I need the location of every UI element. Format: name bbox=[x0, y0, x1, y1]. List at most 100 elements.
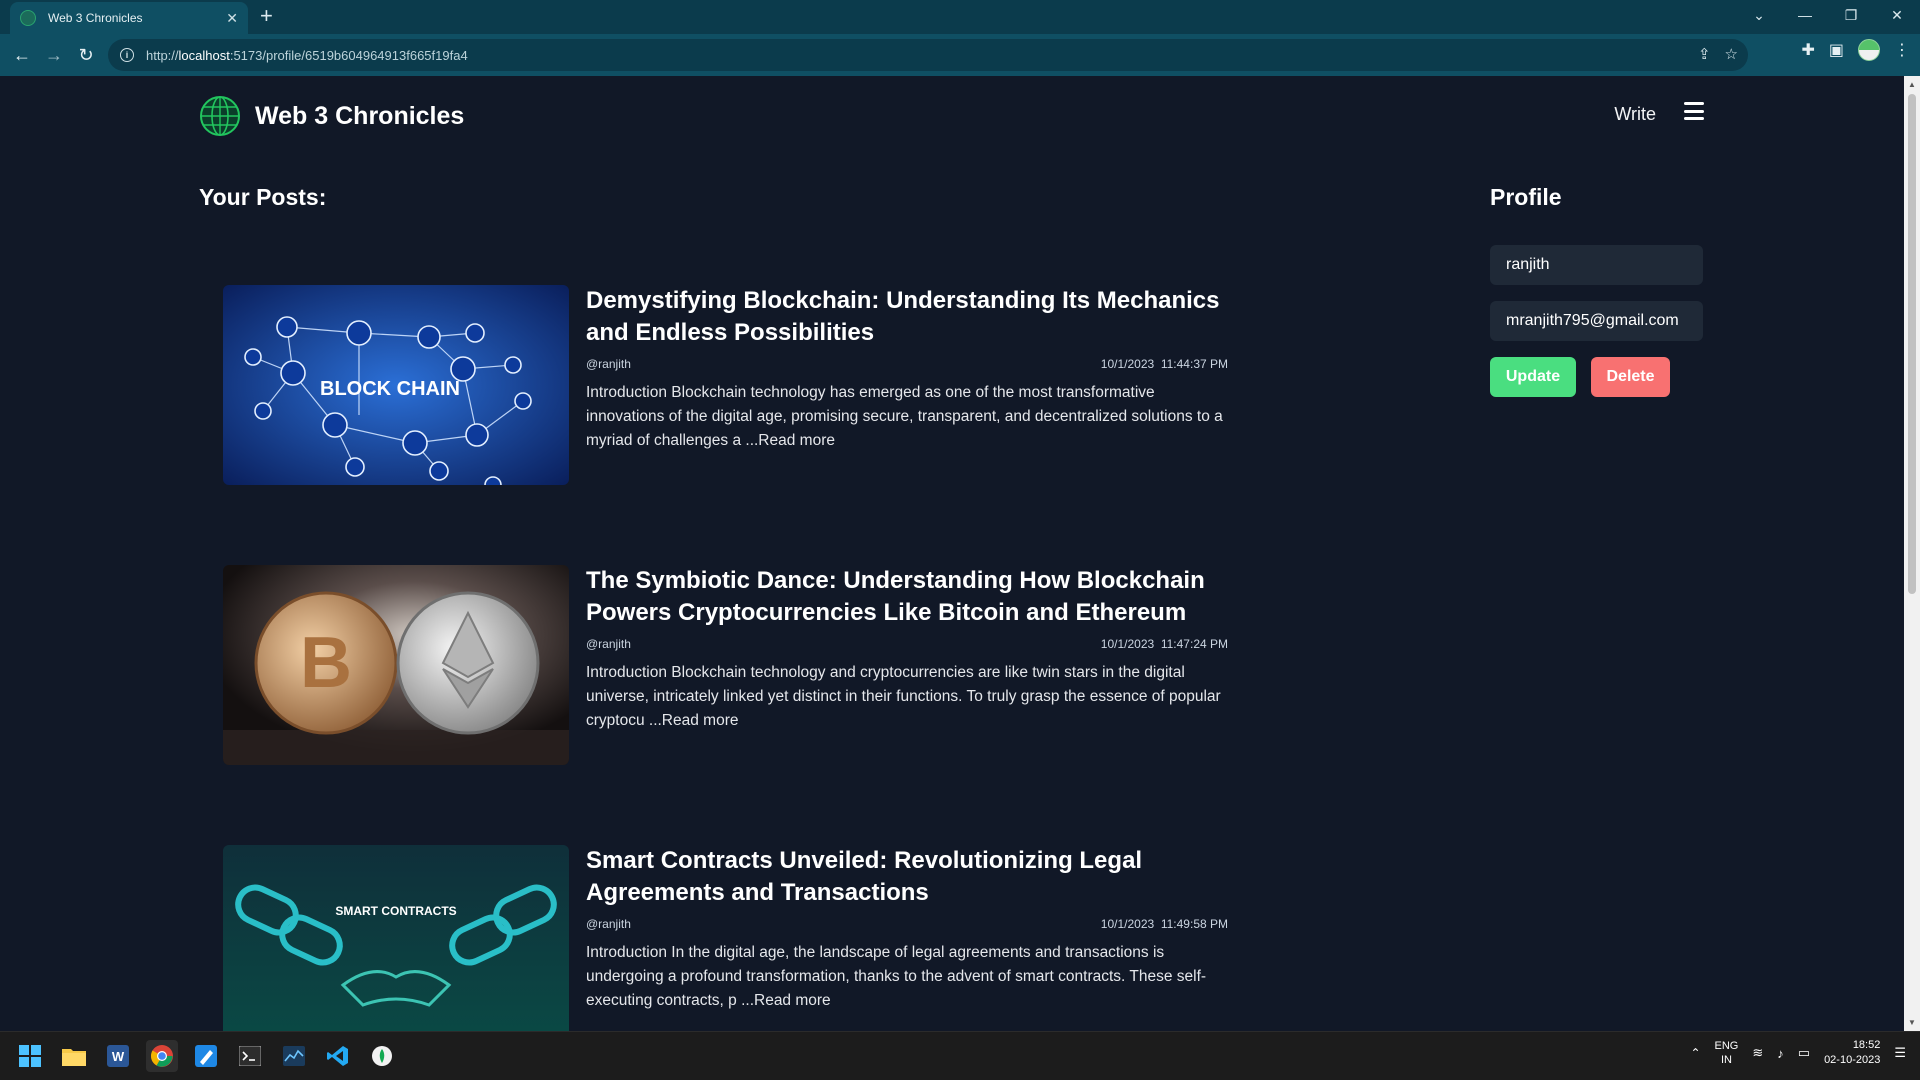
svg-text:W: W bbox=[112, 1049, 125, 1064]
post-author: @ranjith bbox=[586, 917, 631, 931]
brand-name[interactable]: Web 3 Chronicles bbox=[255, 102, 464, 131]
language-code: ENG bbox=[1714, 1040, 1739, 1052]
tab-title: Web 3 Chronicles bbox=[48, 11, 143, 25]
update-button[interactable]: Update bbox=[1490, 357, 1576, 397]
post-title[interactable]: Demystifying Blockchain: Understanding I… bbox=[586, 285, 1228, 349]
url-path: :5173/profile/6519b604964913f665f19fa4 bbox=[229, 47, 468, 63]
post-time: 11:44:37 PM bbox=[1160, 357, 1228, 371]
hamburger-menu-icon[interactable] bbox=[1684, 102, 1704, 120]
post-date: 10/1/2023 bbox=[1100, 637, 1155, 651]
vscode-icon[interactable] bbox=[322, 1040, 354, 1072]
share-icon[interactable]: ⇪ bbox=[1698, 45, 1711, 63]
delete-button[interactable]: Delete bbox=[1591, 357, 1670, 397]
post-card[interactable]: SMART CONTRACTS Smart Contracts Unveiled… bbox=[223, 845, 1228, 1031]
clock-time: 18:52 bbox=[1852, 1039, 1881, 1051]
battery-icon[interactable]: ▭ bbox=[1798, 1045, 1810, 1061]
page-content: Web 3 Chronicles Write Your Posts: BLOCK… bbox=[0, 76, 1904, 1031]
minimize-icon[interactable]: — bbox=[1782, 0, 1828, 30]
file-explorer-icon[interactable] bbox=[58, 1040, 90, 1072]
post-date: 10/1/2023 bbox=[1100, 357, 1155, 371]
kebab-menu-icon[interactable]: ⋮ bbox=[1894, 40, 1910, 60]
reload-icon[interactable]: ↻ bbox=[70, 39, 102, 71]
profile-avatar[interactable] bbox=[1858, 39, 1880, 61]
post-excerpt[interactable]: Introduction In the digital age, the lan… bbox=[586, 941, 1228, 1013]
language-indicator[interactable]: ENG IN bbox=[1715, 1039, 1739, 1067]
post-body: The Symbiotic Dance: Understanding How B… bbox=[586, 565, 1228, 733]
toolbar-right: ✚ ▣ ⋮ bbox=[1801, 39, 1910, 61]
scroll-thumb[interactable] bbox=[1908, 94, 1916, 594]
back-icon[interactable]: ← bbox=[6, 39, 38, 71]
post-title[interactable]: The Symbiotic Dance: Understanding How B… bbox=[586, 565, 1228, 629]
post-title[interactable]: Smart Contracts Unveiled: Revolutionizin… bbox=[586, 845, 1228, 909]
task-manager-icon[interactable] bbox=[278, 1040, 310, 1072]
volume-icon[interactable]: ♪ bbox=[1777, 1046, 1784, 1061]
address-bar[interactable]: i http://localhost:5173/profile/6519b604… bbox=[108, 39, 1748, 71]
tab-search-icon[interactable]: ⌄ bbox=[1736, 0, 1782, 30]
write-link[interactable]: Write bbox=[1614, 104, 1656, 125]
url-prefix: http:// bbox=[146, 47, 179, 63]
site-header: Web 3 Chronicles Write bbox=[199, 94, 1704, 138]
forward-icon[interactable]: → bbox=[38, 39, 70, 71]
post-meta: @ranjith 10/1/2023 11:49:58 PM bbox=[586, 917, 1228, 931]
post-image-crypto-coins[interactable]: B bbox=[223, 565, 569, 765]
bookmark-star-icon[interactable]: ☆ bbox=[1725, 45, 1738, 63]
scroll-up-icon[interactable]: ▲ bbox=[1908, 80, 1916, 89]
mongodb-compass-icon[interactable] bbox=[366, 1040, 398, 1072]
terminal-icon[interactable] bbox=[234, 1040, 266, 1072]
email-field[interactable]: mranjith795@gmail.com bbox=[1490, 301, 1703, 341]
system-tray: ⌃ ENG IN ≋ ♪ ▭ 18:52 02-10-2023 ☰ bbox=[1690, 1038, 1906, 1068]
windows-taskbar: W ⌃ ENG IN ≋ ♪ ▭ 18:52 02-10-2023 ☰ bbox=[0, 1031, 1920, 1080]
restore-icon[interactable]: ❐ bbox=[1828, 0, 1874, 30]
scroll-down-icon[interactable]: ▼ bbox=[1908, 1018, 1916, 1027]
post-timestamp: 10/1/2023 11:44:37 PM bbox=[1101, 357, 1228, 371]
posts-heading: Your Posts: bbox=[199, 184, 327, 210]
system-clock[interactable]: 18:52 02-10-2023 bbox=[1824, 1038, 1880, 1068]
post-author: @ranjith bbox=[586, 637, 631, 651]
svg-text:B: B bbox=[300, 623, 352, 703]
post-image-smart-contracts[interactable]: SMART CONTRACTS bbox=[223, 845, 569, 1031]
post-card[interactable]: B The Symbiotic Dance: Understanding How… bbox=[223, 565, 1228, 765]
chevron-up-icon[interactable]: ⌃ bbox=[1690, 1046, 1700, 1060]
drawing-app-icon[interactable] bbox=[190, 1040, 222, 1072]
post-card[interactable]: BLOCK CHAIN Demystifying Blockchain: Und… bbox=[223, 285, 1228, 485]
post-timestamp: 10/1/2023 11:47:24 PM bbox=[1101, 637, 1228, 651]
url-host: localhost bbox=[178, 47, 230, 63]
browser-tab[interactable]: Web 3 Chronicles ✕ bbox=[10, 2, 248, 34]
taskbar-apps: W bbox=[14, 1040, 398, 1072]
image-caption: SMART CONTRACTS bbox=[335, 904, 456, 918]
post-body: Demystifying Blockchain: Understanding I… bbox=[586, 285, 1228, 453]
site-info-icon[interactable]: i bbox=[120, 48, 134, 62]
clock-date: 02-10-2023 bbox=[1824, 1054, 1881, 1066]
post-meta: @ranjith 10/1/2023 11:44:37 PM bbox=[586, 357, 1228, 371]
word-icon[interactable]: W bbox=[102, 1040, 134, 1072]
new-tab-icon[interactable]: + bbox=[260, 4, 273, 28]
wifi-icon[interactable]: ≋ bbox=[1752, 1045, 1763, 1061]
url-text: http://localhost:5173/profile/6519b60496… bbox=[146, 48, 468, 63]
post-time: 11:47:24 PM bbox=[1160, 637, 1228, 651]
close-window-icon[interactable]: ✕ bbox=[1874, 0, 1920, 30]
profile-heading: Profile bbox=[1490, 184, 1562, 210]
region-code: IN bbox=[1720, 1054, 1732, 1066]
page-scrollbar[interactable]: ▲ ▼ bbox=[1904, 76, 1920, 1031]
extensions-icon[interactable]: ✚ bbox=[1801, 40, 1814, 60]
close-tab-icon[interactable]: ✕ bbox=[226, 10, 238, 27]
globe-logo-icon[interactable] bbox=[199, 95, 241, 137]
omnibox-actions: ⇪ ☆ bbox=[1698, 45, 1738, 63]
post-excerpt[interactable]: Introduction Blockchain technology has e… bbox=[586, 381, 1228, 453]
post-author: @ranjith bbox=[586, 357, 631, 371]
windows-start-icon[interactable] bbox=[14, 1040, 46, 1072]
window-controls: ⌄ — ❐ ✕ bbox=[1736, 0, 1920, 30]
chrome-icon[interactable] bbox=[146, 1040, 178, 1072]
globe-favicon-icon bbox=[20, 10, 36, 26]
post-excerpt[interactable]: Introduction Blockchain technology and c… bbox=[586, 661, 1228, 733]
username-field[interactable]: ranjith bbox=[1490, 245, 1703, 285]
image-caption: BLOCK CHAIN bbox=[320, 378, 460, 400]
post-image-blockchain[interactable]: BLOCK CHAIN bbox=[223, 285, 569, 485]
browser-toolbar: ← → ↻ i http://localhost:5173/profile/65… bbox=[0, 34, 1920, 76]
post-timestamp: 10/1/2023 11:49:58 PM bbox=[1101, 917, 1228, 931]
browser-tab-strip: Web 3 Chronicles ✕ + ⌄ — ❐ ✕ bbox=[0, 0, 1920, 34]
post-date: 10/1/2023 bbox=[1100, 917, 1155, 931]
notifications-icon[interactable]: ☰ bbox=[1894, 1045, 1906, 1061]
side-panel-icon[interactable]: ▣ bbox=[1829, 40, 1844, 60]
post-time: 11:49:58 PM bbox=[1160, 917, 1228, 931]
